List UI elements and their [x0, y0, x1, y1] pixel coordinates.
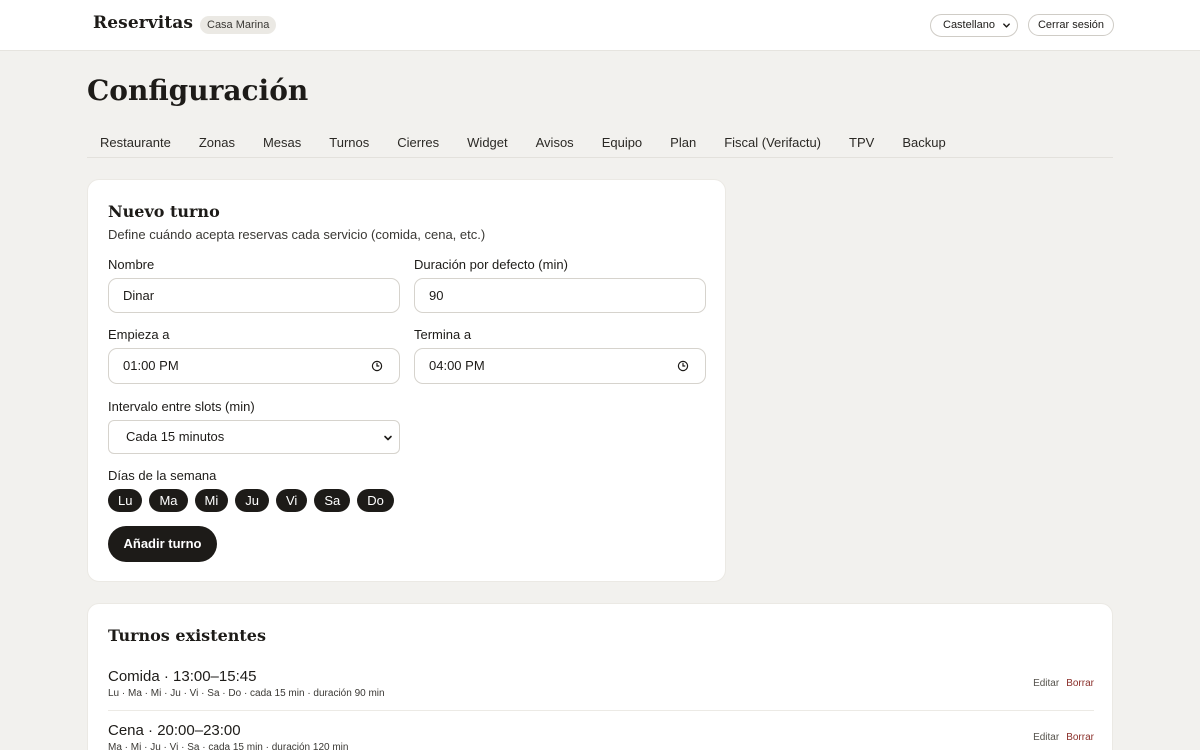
- end-time-input[interactable]: 04:00 PM: [414, 348, 706, 384]
- language-select[interactable]: Castellano: [930, 14, 1018, 37]
- end-label: Termina a: [414, 327, 472, 342]
- clock-icon[interactable]: [371, 360, 383, 372]
- shift-meta: Ma · Mi · Ju · Vi · Sa · cada 15 min · d…: [108, 742, 349, 750]
- tab-turnos[interactable]: Turnos: [316, 126, 384, 158]
- tab-equipo[interactable]: Equipo: [589, 126, 657, 158]
- interval-value: Cada 15 minutos: [126, 429, 225, 444]
- name-value: Dinar: [123, 288, 155, 303]
- day-toggle-ma[interactable]: Ma: [149, 489, 188, 512]
- duration-input[interactable]: 90: [414, 278, 706, 313]
- existing-shifts-title: Turnos existentes: [108, 626, 266, 645]
- shift-row: Cena · 20:00–23:00 Ma · Mi · Ju · Vi · S…: [108, 722, 1094, 750]
- tab-backup[interactable]: Backup: [889, 126, 960, 158]
- name-input[interactable]: Dinar: [108, 278, 400, 313]
- language-value: Castellano: [943, 19, 995, 31]
- start-time-value: 01:00 PM: [123, 358, 179, 373]
- chevron-down-icon: [384, 435, 392, 441]
- interval-label: Intervalo entre slots (min): [108, 399, 255, 414]
- settings-tabs: Restaurante Zonas Mesas Turnos Cierres W…: [87, 126, 1113, 158]
- tab-widget[interactable]: Widget: [454, 126, 522, 158]
- days-label: Días de la semana: [108, 468, 217, 483]
- tab-plan[interactable]: Plan: [657, 126, 711, 158]
- page-title: Configuración: [87, 74, 309, 107]
- tab-fiscal[interactable]: Fiscal (Verifactu): [711, 126, 836, 158]
- end-time-value: 04:00 PM: [429, 358, 485, 373]
- weekday-toggles: Lu Ma Mi Ju Vi Sa Do: [108, 489, 394, 512]
- new-shift-subtitle: Define cuándo acepta reservas cada servi…: [108, 227, 486, 242]
- day-toggle-sa[interactable]: Sa: [314, 489, 351, 512]
- day-toggle-mi[interactable]: Mi: [194, 489, 229, 512]
- shift-meta: Lu · Ma · Mi · Ju · Vi · Sa · Do · cada …: [108, 688, 385, 699]
- shift-title: Comida · 13:00–15:45: [108, 668, 257, 685]
- new-shift-title: Nuevo turno: [108, 202, 220, 221]
- tab-avisos[interactable]: Avisos: [523, 126, 589, 158]
- shift-title: Cena · 20:00–23:00: [108, 722, 241, 739]
- name-label: Nombre: [108, 257, 155, 272]
- tab-restaurante[interactable]: Restaurante: [87, 126, 186, 158]
- day-toggle-lu[interactable]: Lu: [108, 489, 143, 512]
- tab-tpv[interactable]: TPV: [836, 126, 889, 158]
- tab-zonas[interactable]: Zonas: [186, 126, 250, 158]
- start-label: Empieza a: [108, 327, 170, 342]
- duration-value: 90: [429, 288, 444, 303]
- delete-shift-link[interactable]: Borrar: [1066, 732, 1094, 743]
- row-divider: [108, 710, 1094, 711]
- restaurant-chip: Casa Marina: [200, 16, 277, 34]
- brand-name: Reservitas: [93, 13, 194, 33]
- new-shift-card: Nuevo turno Define cuándo acepta reserva…: [87, 179, 726, 582]
- logout-button[interactable]: Cerrar sesión: [1028, 14, 1114, 36]
- delete-shift-link[interactable]: Borrar: [1066, 678, 1094, 689]
- duration-label: Duración por defecto (min): [414, 257, 568, 272]
- brand-switcher[interactable]: Reservitas: [93, 13, 213, 33]
- existing-shifts-card: Turnos existentes Comida · 13:00–15:45 L…: [87, 603, 1113, 750]
- start-time-input[interactable]: 01:00 PM: [108, 348, 400, 384]
- day-toggle-ju[interactable]: Ju: [235, 489, 269, 512]
- add-shift-button[interactable]: Añadir turno: [108, 526, 217, 562]
- tab-mesas[interactable]: Mesas: [250, 126, 316, 158]
- chevron-down-icon: [1003, 23, 1010, 28]
- day-toggle-do[interactable]: Do: [357, 489, 394, 512]
- clock-icon[interactable]: [677, 360, 689, 372]
- shift-actions: Editar Borrar: [1033, 732, 1094, 743]
- interval-select[interactable]: Cada 15 minutos: [108, 420, 400, 454]
- day-toggle-vi[interactable]: Vi: [275, 489, 308, 512]
- shift-actions: Editar Borrar: [1033, 678, 1094, 689]
- edit-shift-link[interactable]: Editar: [1033, 678, 1059, 689]
- edit-shift-link[interactable]: Editar: [1033, 732, 1059, 743]
- shift-row: Comida · 13:00–15:45 Lu · Ma · Mi · Ju ·…: [108, 668, 1094, 699]
- top-bar: Reservitas Casa Marina Castellano Cerrar…: [0, 0, 1200, 51]
- tab-cierres[interactable]: Cierres: [384, 126, 454, 158]
